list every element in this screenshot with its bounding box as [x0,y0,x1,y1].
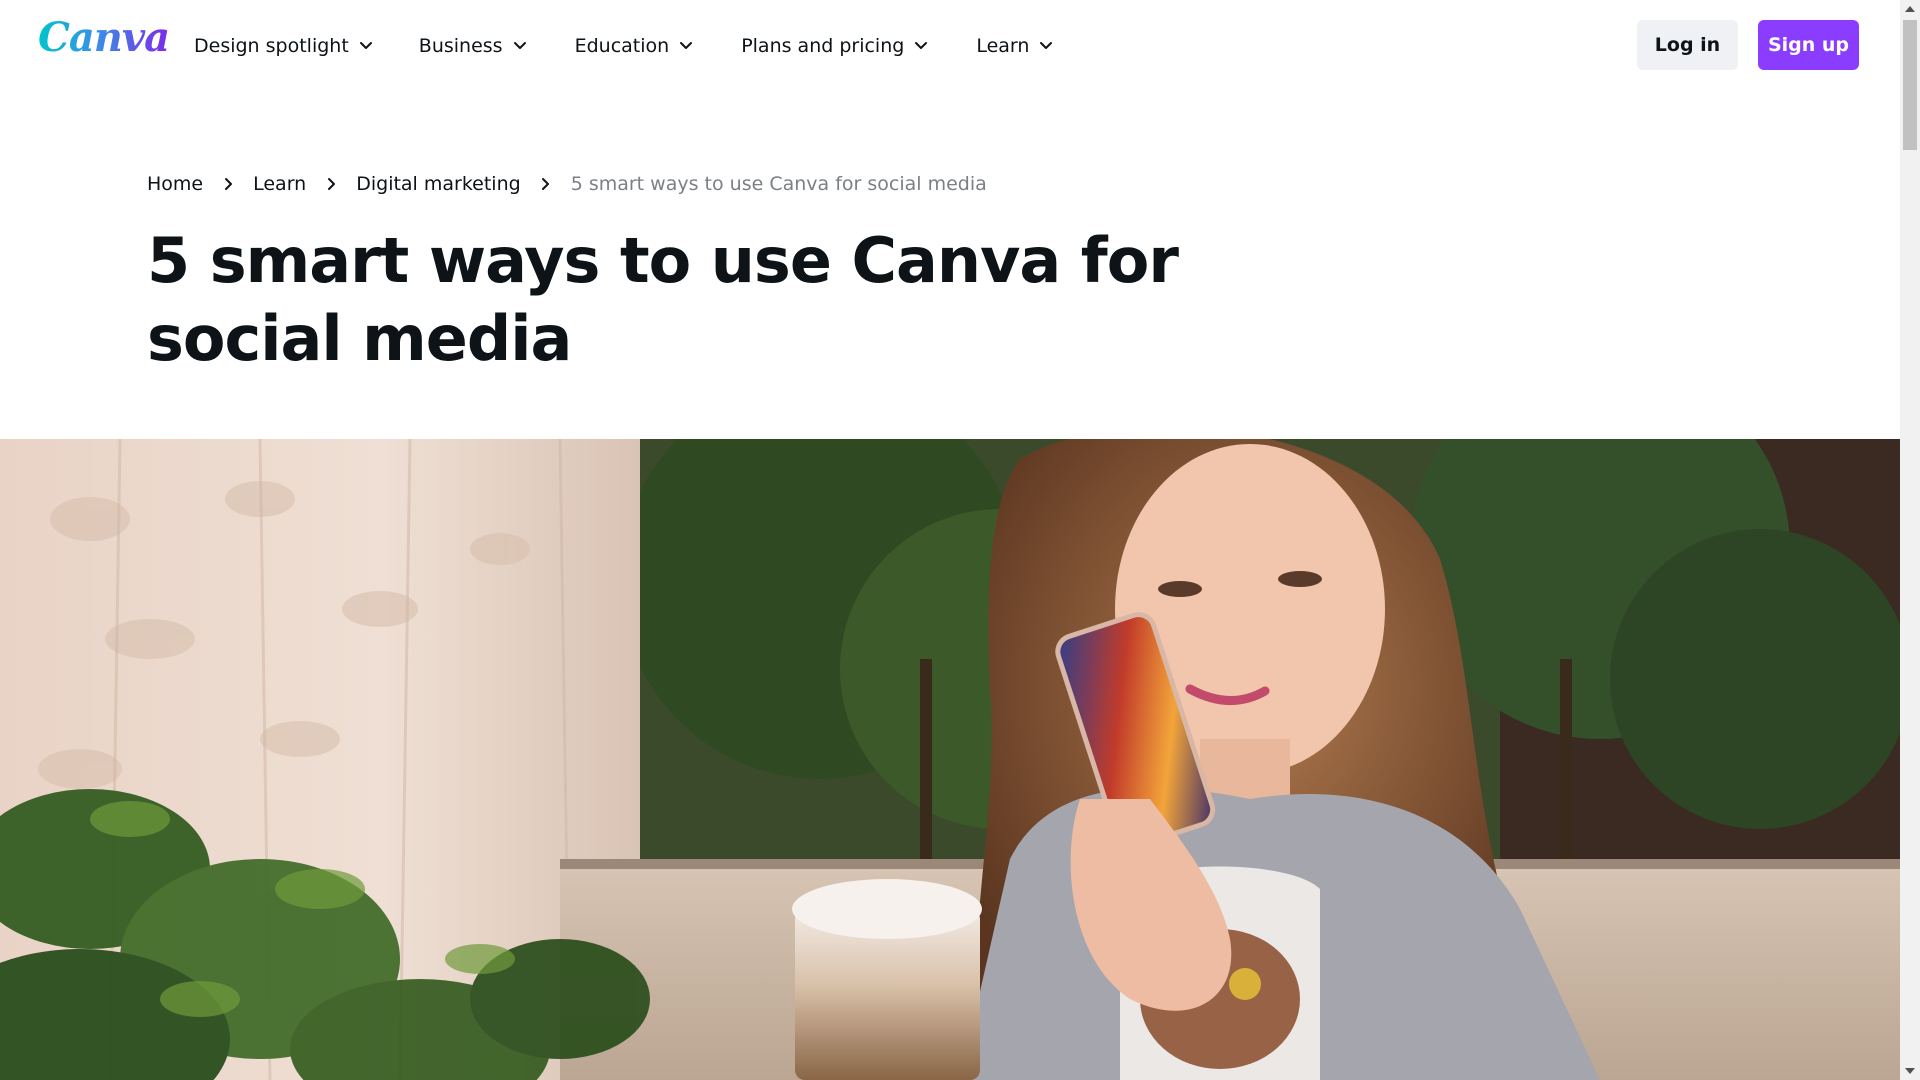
scroll-up-arrow-icon[interactable] [1900,0,1920,18]
nav-label: Plans and pricing [741,35,905,57]
breadcrumb-learn[interactable]: Learn [253,173,306,195]
chevron-down-icon [679,39,693,53]
chevron-down-icon [359,39,373,53]
nav-education[interactable]: Education [575,28,694,64]
chevron-down-icon [914,39,928,53]
chevron-right-icon [539,177,553,191]
main-nav: Design spotlight Business Education Plan… [194,28,1053,64]
nav-label: Education [574,35,670,57]
site-header: Canva Design spotlight Business Educatio… [0,0,1900,90]
nav-learn[interactable]: Learn [976,28,1053,64]
breadcrumb-digital-marketing[interactable]: Digital marketing [356,173,520,195]
canva-logo[interactable]: Canva [38,14,170,61]
nav-label: Learn [976,35,1030,57]
nav-label: Design spotlight [194,35,349,57]
chevron-down-icon [513,39,527,53]
hero-image [0,439,1900,1080]
nav-business[interactable]: Business [419,28,527,64]
nav-label: Business [418,35,503,57]
vertical-scrollbar[interactable] [1900,0,1920,1080]
chevron-down-icon [1039,39,1053,53]
breadcrumb-current: 5 smart ways to use Canva for social med… [570,173,987,195]
breadcrumb-home[interactable]: Home [147,173,203,195]
chevron-right-icon [221,177,235,191]
scroll-thumb[interactable] [1903,20,1917,150]
page-title: 5 smart ways to use Canva for social med… [147,224,1179,375]
scroll-down-arrow-icon[interactable] [1900,1062,1920,1080]
nav-design-spotlight[interactable]: Design spotlight [194,28,373,64]
login-button[interactable]: Log in [1637,20,1738,70]
signup-button[interactable]: Sign up [1758,20,1859,70]
chevron-right-icon [324,177,338,191]
nav-plans-pricing[interactable]: Plans and pricing [741,28,928,64]
breadcrumb: Home Learn Digital marketing 5 smart way… [147,173,987,195]
hero-illustration [0,439,1900,1080]
